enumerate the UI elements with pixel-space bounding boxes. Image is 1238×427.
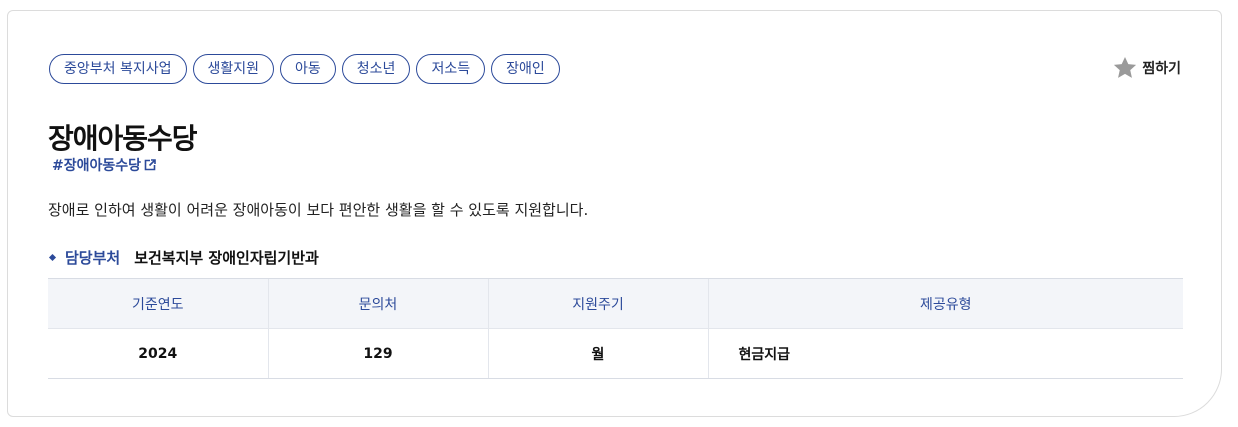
favorite-button[interactable]: 찜하기 bbox=[1112, 55, 1181, 81]
tag-youth[interactable]: 청소년 bbox=[341, 54, 411, 84]
bullet-icon bbox=[48, 253, 57, 262]
cell-base-year: 2024 bbox=[48, 328, 268, 379]
page-title: 장애아동수당 bbox=[48, 122, 198, 155]
department-row: 담당부처 보건복지부 장애인자립기반과 bbox=[48, 247, 319, 268]
hashtag-link[interactable]: #장애아동수당 bbox=[52, 155, 156, 175]
cell-provision-type: 현금지급 bbox=[707, 328, 1183, 379]
tag-list: 중앙부처 복지사업 생활지원 아동 청소년 저소득 장애인 bbox=[49, 54, 560, 84]
header-provision-type: 제공유형 bbox=[707, 278, 1183, 329]
department-value: 보건복지부 장애인자립기반과 bbox=[134, 249, 319, 267]
info-table: 기준연도 문의처 지원주기 제공유형 2024 129 월 현금지급 bbox=[48, 278, 1183, 379]
table-header-row: 기준연도 문의처 지원주기 제공유형 bbox=[48, 278, 1183, 329]
service-card: 중앙부처 복지사업 생활지원 아동 청소년 저소득 장애인 찜하기 장애아동수당… bbox=[7, 10, 1222, 417]
header-base-year: 기준연도 bbox=[48, 278, 268, 329]
header-contact: 문의처 bbox=[267, 278, 488, 329]
tag-low-income[interactable]: 저소득 bbox=[416, 54, 486, 84]
external-link-icon bbox=[144, 159, 156, 171]
description: 장애로 인하여 생활이 어려운 장애아동이 보다 편안한 생활을 할 수 있도록… bbox=[48, 201, 589, 219]
tag-child[interactable]: 아동 bbox=[280, 54, 336, 84]
tag-central-welfare[interactable]: 중앙부처 복지사업 bbox=[49, 54, 187, 84]
header-support-cycle: 지원주기 bbox=[487, 278, 708, 329]
cell-contact: 129 bbox=[267, 328, 488, 379]
cell-support-cycle: 월 bbox=[487, 328, 708, 379]
favorite-label: 찜하기 bbox=[1142, 61, 1181, 77]
star-icon bbox=[1112, 55, 1138, 81]
tag-disabled[interactable]: 장애인 bbox=[491, 54, 560, 84]
hashtag-text: #장애아동수당 bbox=[52, 158, 142, 174]
tag-living-support[interactable]: 생활지원 bbox=[192, 54, 275, 84]
table-row: 2024 129 월 현금지급 bbox=[48, 328, 1183, 379]
department-label: 담당부처 bbox=[65, 249, 121, 267]
